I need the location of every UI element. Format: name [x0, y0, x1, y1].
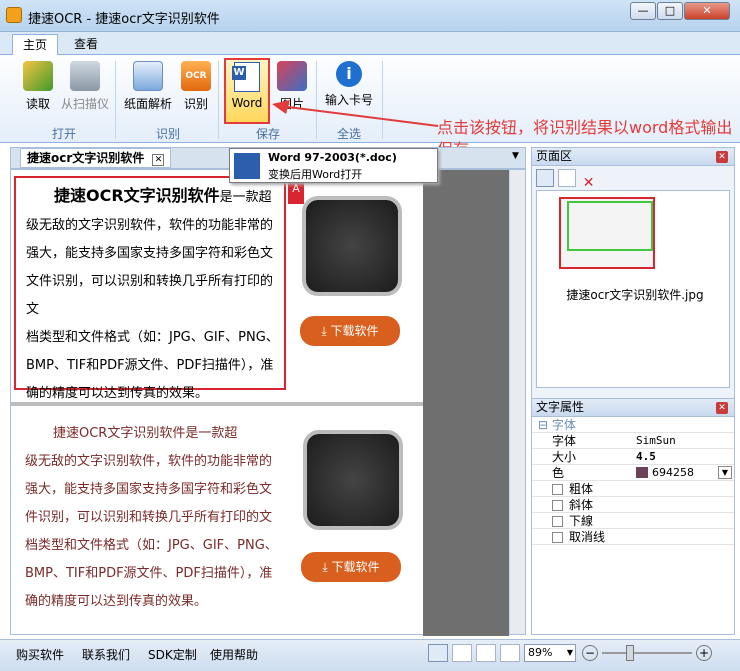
- text-region-badge: A: [288, 182, 304, 204]
- thumbnail-label: 捷速ocr文字识别软件.jpg: [566, 288, 704, 302]
- maximize-button[interactable]: □: [657, 2, 683, 20]
- page-view-icon[interactable]: [536, 169, 554, 187]
- download-icon: [303, 430, 403, 530]
- picture-icon: [277, 61, 307, 91]
- zoom-slider[interactable]: [602, 652, 692, 654]
- scrollbar[interactable]: [509, 170, 525, 634]
- props-pane-header: 文字属性 ✕: [532, 399, 734, 417]
- layout-button[interactable]: 纸面解析: [122, 59, 174, 115]
- text-view-icon[interactable]: [476, 644, 496, 662]
- thumbnail-region: [567, 201, 653, 251]
- download-icon: [302, 196, 402, 296]
- tab-view[interactable]: 查看: [64, 34, 108, 55]
- italic-checkbox[interactable]: [552, 500, 563, 511]
- prop-strikethrough[interactable]: 取消线: [532, 529, 734, 545]
- layout-icon: [133, 61, 163, 91]
- prop-underline[interactable]: 下線: [532, 513, 734, 529]
- scanner-button[interactable]: 从扫描仪: [58, 59, 112, 115]
- bold-checkbox[interactable]: [552, 484, 563, 495]
- prop-color[interactable]: 色 694258 ▼: [532, 465, 734, 481]
- chevron-down-icon[interactable]: ▼: [718, 466, 732, 479]
- close-icon[interactable]: ✕: [716, 151, 728, 163]
- selection-box[interactable]: 捷速OCR文字识别软件是一款超 级无敌的文字识别软件，软件的功能非常的 强大，能…: [14, 176, 304, 401]
- contact-link[interactable]: 联系我们: [82, 646, 130, 663]
- sdk-link[interactable]: SDK定制: [148, 646, 197, 663]
- text-props-pane: 文字属性 ✕ ⊟ 字体 字体 SimSun 大小 4.5 色 694258 ▼ …: [531, 398, 735, 635]
- prop-font[interactable]: 字体 SimSun: [532, 433, 734, 449]
- page-margin: [423, 406, 509, 636]
- zoom-select[interactable]: 89% ▼: [524, 644, 576, 662]
- document-tab[interactable]: 捷速ocr文字识别软件 ✕: [20, 148, 172, 168]
- buy-link[interactable]: 购买软件: [16, 646, 64, 663]
- image-view-icon[interactable]: [452, 644, 472, 662]
- word-doc-icon: [234, 153, 260, 179]
- zoom-slider-handle[interactable]: [626, 645, 634, 661]
- blank-page-icon[interactable]: [557, 169, 576, 187]
- zoom-in-icon[interactable]: +: [696, 645, 712, 661]
- annotation-arrow: [272, 100, 439, 127]
- word-tooltip: Word 97-2003(*.doc) 变换后用Word打开: [229, 148, 438, 183]
- info-icon: i: [336, 61, 362, 87]
- group-label-open: 打开: [51, 127, 76, 141]
- read-button[interactable]: 读取: [18, 59, 58, 115]
- minimize-button[interactable]: —: [630, 2, 656, 20]
- close-tab-icon[interactable]: ✕: [152, 154, 165, 166]
- scanner-icon: [70, 61, 100, 91]
- color-swatch: [636, 467, 648, 478]
- page-thumbnail-panel: 捷速ocr文字识别软件.jpg: [536, 190, 730, 388]
- close-button[interactable]: ✕: [684, 2, 730, 20]
- fit-page-icon[interactable]: [428, 644, 448, 662]
- word-doc-icon: W: [232, 62, 260, 92]
- prop-group[interactable]: ⊟ 字体: [532, 417, 734, 433]
- tab-home[interactable]: 主页: [12, 34, 59, 55]
- separator: [218, 61, 219, 139]
- chevron-down-icon: ▼: [566, 648, 573, 657]
- recognized-text-block: 捷速OCR文字识别软件是一款超 级无敌的文字识别软件，软件的功能非常的 强大，能…: [25, 426, 278, 609]
- word-save-button[interactable]: W Word: [224, 58, 270, 124]
- page-toolbar: ✕: [532, 166, 734, 191]
- split-view-icon[interactable]: [500, 644, 520, 662]
- download-button[interactable]: ⤓ 下载软件: [301, 552, 401, 582]
- download-button[interactable]: ⤓ 下载软件: [300, 316, 400, 346]
- window-title: 捷速OCR - 捷速ocr文字识别软件: [28, 12, 220, 27]
- prop-size[interactable]: 大小 4.5: [532, 449, 734, 465]
- page-margin: [423, 170, 509, 406]
- group-label-recognize: 识别: [155, 127, 180, 141]
- zoom-out-icon[interactable]: −: [582, 645, 598, 661]
- title-bar: 捷速OCR - 捷速ocr文字识别软件 — □ ✕: [0, 0, 740, 32]
- source-text-block: 捷速OCR文字识别软件是一款超 级无敌的文字识别软件，软件的功能非常的 强大，能…: [26, 186, 279, 401]
- help-link[interactable]: 使用帮助: [210, 646, 258, 663]
- prop-italic[interactable]: 斜体: [532, 497, 734, 513]
- app-icon: [6, 7, 22, 23]
- underline-checkbox[interactable]: [552, 516, 563, 527]
- folder-icon: [23, 61, 53, 91]
- prop-bold[interactable]: 粗体: [532, 481, 734, 497]
- status-bar: 购买软件 联系我们 SDK定制 使用帮助 89% ▼ − +: [0, 639, 740, 671]
- ocr-icon: OCR: [181, 61, 211, 91]
- page-thumbnail[interactable]: [559, 197, 655, 269]
- close-icon[interactable]: ✕: [716, 402, 728, 414]
- recognize-button[interactable]: OCR 识别: [178, 59, 214, 115]
- strikethrough-checkbox[interactable]: [552, 532, 563, 543]
- page-pane-header: 页面区 ✕: [532, 148, 734, 166]
- ribbon-tabs: 主页 查看: [0, 32, 740, 55]
- chevron-down-icon[interactable]: ▼: [512, 151, 519, 161]
- separator: [115, 61, 116, 139]
